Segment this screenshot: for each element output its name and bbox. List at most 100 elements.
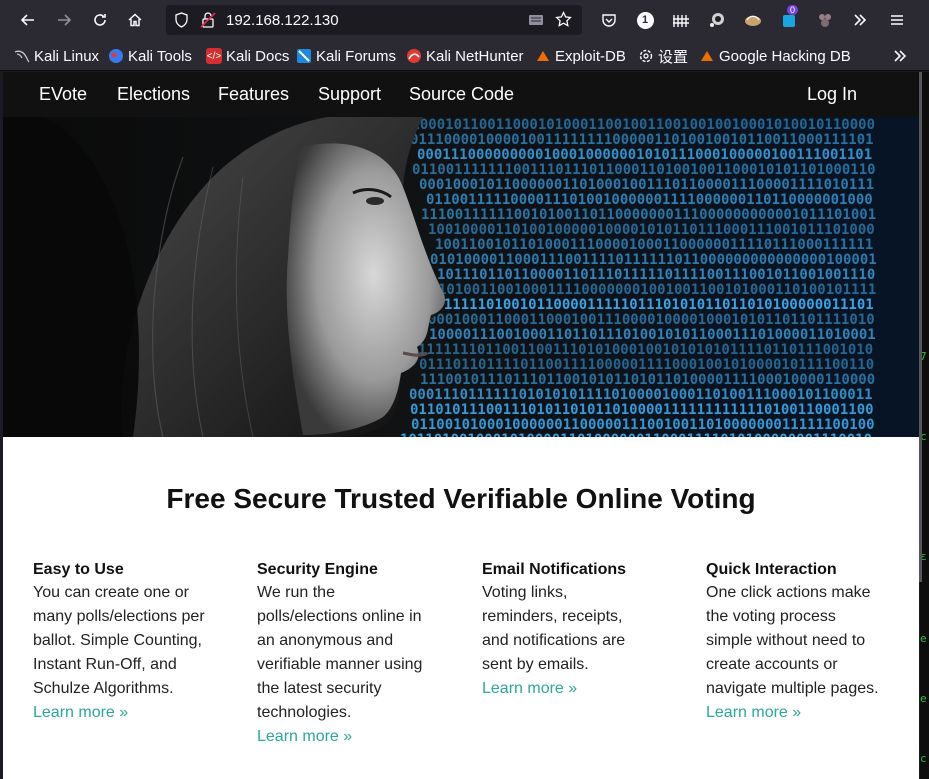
kali-dragon-icon	[14, 48, 30, 64]
fence-extension-icon[interactable]	[670, 9, 692, 31]
terminal-glyph: c	[920, 752, 927, 765]
learn-more-link[interactable]: Learn more »	[257, 728, 352, 745]
page-viewport: 7 c ε e e c EVote Elections Features Sup…	[0, 72, 929, 779]
feature-easy-to-use: Easy to Use You can create one or many p…	[33, 559, 213, 725]
binary-row: 1111111011001100111010100010010101010111…	[418, 342, 873, 358]
feature-body: One click actions make the voting proces…	[706, 581, 886, 725]
feature-title: Easy to Use	[33, 561, 124, 578]
binary-row: 1000011100100011011011101001010110001110…	[429, 327, 876, 343]
binary-row: 0100010110011000101000110010011001001001…	[403, 117, 875, 133]
bookmark-kali-nethunter[interactable]: Kali NetHunter	[406, 47, 524, 65]
reload-icon[interactable]	[86, 6, 114, 34]
overflow-chevron-icon[interactable]	[849, 9, 871, 31]
url-text[interactable]: 192.168.122.130	[226, 12, 339, 29]
feature-body: We run the polls/elections online in an …	[257, 584, 423, 721]
extension-badge: 0	[787, 5, 799, 15]
bookmark-label: Kali Docs	[226, 47, 290, 65]
paw-extension-icon[interactable]	[814, 9, 836, 31]
browser-toolbar: 192.168.122.130 1 0	[0, 0, 929, 40]
bookmark-label: Kali NetHunter	[426, 47, 524, 65]
binary-row: 1110011111100101001101100000001110000000…	[421, 207, 876, 223]
binary-row: 0101000011000111001111011111101100000000…	[430, 252, 877, 268]
binary-row: 1011010010001010000110100000011000111101…	[400, 432, 872, 437]
kali-tools-icon	[108, 48, 124, 64]
url-bar[interactable]: 192.168.122.130	[166, 5, 582, 35]
nav-login[interactable]: Log In	[807, 84, 857, 105]
evote-page: EVote Elections Features Support Source …	[3, 72, 922, 779]
binary-row: 0001000101100000011010001001110110000111…	[419, 177, 874, 193]
binary-row: 0110011111110011101110110001101001001100…	[412, 162, 876, 178]
binary-row: 1001100101101000111000010001100000011110…	[435, 237, 873, 253]
bookmark-star-icon[interactable]	[555, 10, 572, 33]
blue-extension-icon[interactable]: 0	[778, 5, 800, 31]
page-headline: Free Secure Trusted Verifiable Online Vo…	[166, 483, 756, 514]
binary-row: 1110010111011101100101011010110100001111…	[420, 372, 875, 388]
terminal-glyph: e	[920, 632, 927, 645]
binary-row: 1011101101100001101110111110111100111001…	[437, 267, 875, 283]
bookmarks-overflow-icon[interactable]	[892, 47, 908, 65]
binary-row: 0001110000000001000100000010101110001000…	[417, 147, 872, 163]
binary-row: 1010011001000111100000001001001100101000…	[438, 282, 876, 298]
bookmark-label: Exploit-DB	[555, 47, 626, 65]
feature-title: Quick Interaction	[706, 561, 837, 578]
binary-row: 0001110111111010101011110100001000110100…	[409, 387, 873, 403]
ball-extension-icon[interactable]	[706, 9, 728, 31]
bookmark-label: 设置	[658, 48, 689, 66]
binary-code-pattern: 0100010110011000101000110010011001001001…	[400, 117, 877, 437]
binary-row: 0110011111000011101001000000111100000011…	[426, 192, 873, 208]
binary-row: 0111011011110110011110000011110001001010…	[419, 357, 874, 373]
feature-body: Voting links, reminders, receipts, and n…	[482, 584, 626, 673]
learn-more-link[interactable]: Learn more »	[33, 704, 128, 721]
kali-nethunter-icon	[406, 48, 422, 64]
gear-icon	[638, 48, 654, 64]
bookmark-exploit-db[interactable]: Exploit-DB	[535, 47, 626, 65]
bookmark-label: Kali Forums	[316, 47, 397, 65]
learn-more-link[interactable]: Learn more »	[482, 680, 577, 697]
bookmark-label: Kali Linux	[34, 47, 100, 65]
bookmark-kali-linux[interactable]: Kali Linux	[14, 47, 99, 65]
feature-title: Security Engine	[257, 561, 378, 578]
bookmark-kali-forums[interactable]: Kali Forums	[296, 47, 396, 65]
bookmark-label: Kali Tools	[128, 47, 192, 65]
bookmark-kali-tools[interactable]: Kali Tools	[108, 47, 192, 65]
back-arrow-icon[interactable]	[14, 6, 42, 34]
hamburger-menu-icon[interactable]	[886, 9, 908, 31]
notification-badge-icon[interactable]: 1	[634, 9, 656, 31]
learn-more-link[interactable]: Learn more »	[706, 704, 801, 721]
nav-elections[interactable]: Elections	[117, 84, 190, 105]
notification-count: 1	[636, 11, 654, 29]
reader-mode-icon[interactable]	[528, 12, 544, 33]
nav-brand[interactable]: EVote	[39, 84, 87, 105]
bookmark-google-hacking-db[interactable]: Google Hacking DB	[699, 47, 851, 65]
binary-row: 0111000010000100111111110000011010010010…	[410, 132, 874, 148]
pocket-icon[interactable]	[598, 9, 620, 31]
ghdb-icon	[699, 48, 715, 64]
binary-row: 0110010100010000001100000111001001101000…	[411, 417, 875, 433]
feature-security-engine: Security Engine We run the polls/electio…	[257, 559, 437, 749]
page-scrollbar[interactable]	[919, 72, 922, 582]
nav-features[interactable]: Features	[218, 84, 289, 105]
kali-docs-icon: </>	[206, 48, 222, 64]
feature-body-text: One click actions make the voting proces…	[706, 584, 879, 697]
site-navbar: EVote Elections Features Support Source …	[3, 72, 919, 117]
feature-title: Email Notifications	[482, 561, 627, 578]
nav-support[interactable]: Support	[318, 84, 381, 105]
binary-row: 0001000110001100010011100001000010001010…	[428, 312, 875, 328]
binary-row: 1011111010010110000111110111010101101101…	[427, 297, 874, 313]
bookmark-settings[interactable]: 设置	[638, 47, 689, 66]
feature-body: You can create one or many polls/electio…	[33, 584, 205, 697]
exploit-db-icon	[535, 48, 551, 64]
shield-icon[interactable]	[174, 12, 189, 33]
cookie-extension-icon[interactable]	[742, 9, 764, 31]
hero-image: 0100010110011000101000110010011001001001…	[3, 117, 919, 437]
kali-forums-icon	[296, 48, 312, 64]
home-icon[interactable]	[121, 6, 149, 34]
binary-row: 1001000011010010000010000101011011100011…	[428, 222, 875, 238]
forward-arrow-icon[interactable]	[50, 6, 78, 34]
bookmark-kali-docs[interactable]: </> Kali Docs	[206, 47, 289, 65]
insecure-lock-icon[interactable]	[200, 11, 216, 34]
nav-source-code[interactable]: Source Code	[409, 84, 514, 105]
hero-illustration: 0100010110011000101000110010011001001001…	[3, 117, 919, 437]
feature-quick-interaction: Quick Interaction One click actions make…	[706, 559, 886, 725]
feature-email-notifications: Email Notifications Voting links, remind…	[482, 559, 642, 701]
